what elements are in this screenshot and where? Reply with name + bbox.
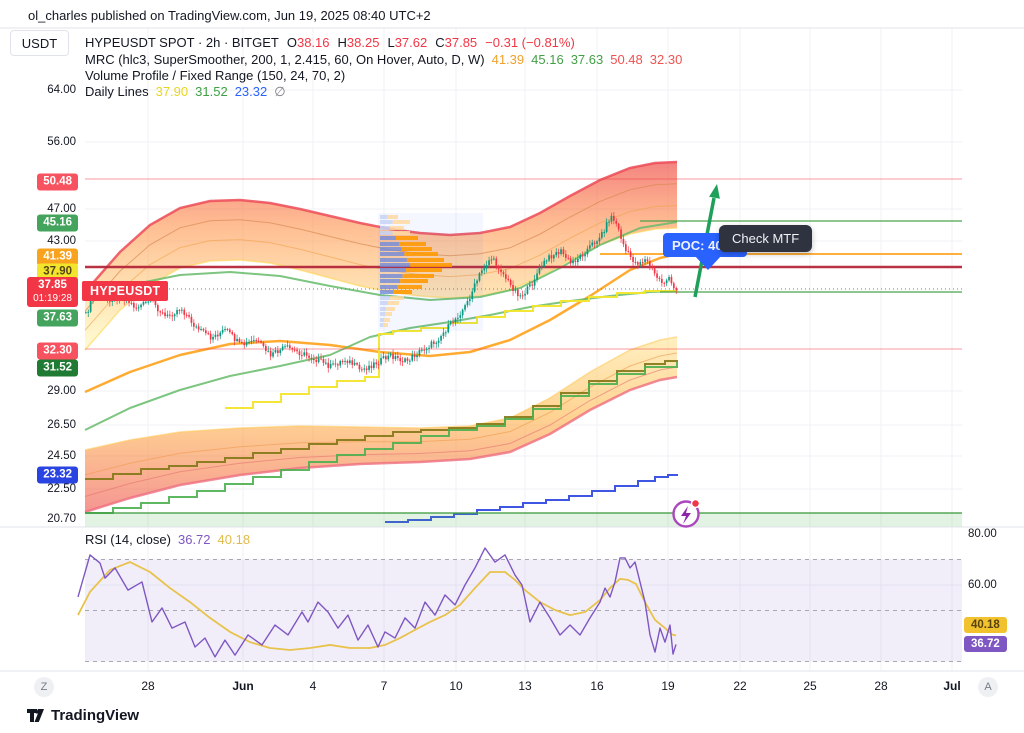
symbol-title[interactable]: HYPEUSDT SPOT · 2h · BITGET	[85, 35, 279, 50]
chart-canvas[interactable]	[0, 0, 1024, 733]
trend-arrow-head	[709, 184, 720, 199]
tradingview-logo-icon	[26, 706, 45, 725]
mrc-values: 41.39 45.16 37.63 50.48 32.30	[485, 52, 683, 67]
change-value: −0.31 (−0.81%)	[485, 35, 575, 50]
legend-volume-profile-row[interactable]: Volume Profile / Fixed Range (150, 24, 7…	[85, 68, 345, 83]
mrc-title[interactable]: MRC (hlc3, SuperSmoother, 200, 1, 2.415,…	[85, 52, 485, 67]
legend-value: 32.30	[650, 52, 683, 67]
symbol-price-flag: HYPEUSDT	[82, 281, 168, 301]
legend-rsi-row[interactable]: RSI (14, close) 36.72 40.18	[85, 532, 250, 547]
rsi-title[interactable]: RSI (14, close)	[85, 532, 171, 547]
daily-lines-title[interactable]: Daily Lines	[85, 84, 149, 99]
ohlc-l-value: 37.62	[395, 35, 428, 50]
daily-lines-values: 37.90 31.52 23.32 ∅	[149, 84, 286, 99]
legend-value: 41.39	[492, 52, 525, 67]
legend-value: 40.18	[218, 532, 251, 547]
ohlc-c-label: C	[435, 35, 444, 50]
volume-profile-title[interactable]: Volume Profile / Fixed Range (150, 24, 7…	[85, 68, 345, 83]
legend-symbol-row[interactable]: HYPEUSDT SPOT · 2h · BITGET O38.16 H38.25 L…	[85, 35, 575, 50]
legend-daily-lines-row[interactable]: Daily Lines 37.90 31.52 23.32 ∅	[85, 84, 286, 100]
legend-value: ∅	[274, 84, 285, 99]
ohlc-o-value: 38.16	[297, 35, 330, 50]
poc-pointer-icon	[694, 255, 722, 270]
volume-profile	[378, 213, 483, 331]
legend-value: 45.16	[531, 52, 564, 67]
legend-mrc-row[interactable]: MRC (hlc3, SuperSmoother, 200, 1, 2.415,…	[85, 52, 682, 67]
legend-value: 37.63	[571, 52, 604, 67]
ohlc-h-label: H	[338, 35, 347, 50]
legend-value: 23.32	[235, 84, 268, 99]
ohlc-l-label: L	[387, 35, 394, 50]
legend-value: 50.48	[610, 52, 643, 67]
legend-value: 37.90	[156, 84, 189, 99]
ohlc-h-value: 38.25	[347, 35, 380, 50]
tradingview-brand-text: TradingView	[51, 707, 139, 724]
check-mtf-tooltip: Check MTF	[719, 225, 812, 252]
tradingview-watermark[interactable]: TradingView	[26, 706, 139, 725]
rsi-values: 36.72 40.18	[171, 532, 250, 547]
legend-value: 36.72	[178, 532, 211, 547]
chart-window: ol_charles published on TradingView.com,…	[0, 0, 1024, 733]
legend-value: 31.52	[195, 84, 228, 99]
ohlc-c-value: 37.85	[445, 35, 478, 50]
flash-alert-icon[interactable]	[674, 500, 700, 527]
ohlc-o-label: O	[287, 35, 297, 50]
